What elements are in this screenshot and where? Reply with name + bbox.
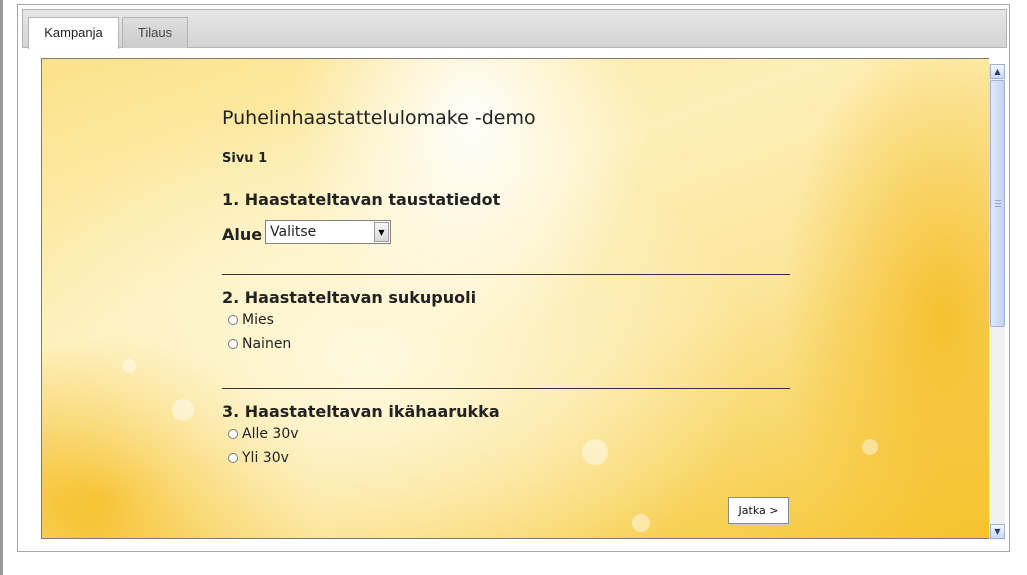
radio-label: Nainen	[242, 336, 292, 352]
background-sparkle	[632, 514, 650, 532]
gender-option-mies[interactable]: Mies	[228, 312, 274, 330]
radio-label: Alle 30v	[242, 426, 299, 442]
background-sparkle	[862, 439, 878, 455]
region-select-value: Valitse	[270, 224, 317, 240]
radio-button[interactable]	[228, 453, 238, 463]
form-title: Puhelinhaastattelulomake -demo	[222, 107, 536, 129]
scroll-thumb[interactable]	[990, 80, 1005, 327]
tab-bar: Kampanja Tilaus	[22, 9, 1007, 49]
background-sparkle	[172, 399, 194, 421]
radio-button[interactable]	[228, 315, 238, 325]
scroll-down-icon[interactable]: ▼	[990, 524, 1005, 539]
radio-button[interactable]	[228, 339, 238, 349]
question-1-title: 1. Haastateltavan taustatiedot	[222, 190, 501, 209]
scroll-up-icon[interactable]: ▲	[990, 64, 1005, 79]
grip-line	[995, 200, 1001, 201]
region-select[interactable]: Valitse ▼	[265, 220, 391, 244]
vertical-scrollbar[interactable]: ▲ ▼	[989, 64, 1005, 540]
tab-kampanja[interactable]: Kampanja	[28, 17, 119, 49]
page-label: Sivu 1	[222, 151, 268, 166]
age-option-alle-30[interactable]: Alle 30v	[228, 426, 299, 444]
region-label: Alue	[222, 225, 263, 244]
next-button[interactable]: Jatka >	[728, 497, 789, 524]
survey-frame: Puhelinhaastattelulomake -demo Sivu 1 1.…	[41, 58, 989, 539]
section-divider	[222, 388, 790, 389]
background-sparkle	[122, 359, 136, 373]
radio-label: Mies	[242, 312, 274, 328]
gender-option-nainen[interactable]: Nainen	[228, 336, 291, 354]
question-3-title: 3. Haastateltavan ikähaarukka	[222, 402, 500, 421]
question-2-title: 2. Haastateltavan sukupuoli	[222, 288, 477, 307]
age-option-yli-30[interactable]: Yli 30v	[228, 450, 289, 468]
background-sparkle	[582, 439, 608, 465]
window-left-border	[0, 0, 3, 575]
tab-tilaus[interactable]: Tilaus	[122, 17, 188, 48]
radio-button[interactable]	[228, 429, 238, 439]
radio-label: Yli 30v	[242, 450, 289, 466]
section-divider	[222, 274, 790, 275]
grip-line	[995, 206, 1001, 207]
tab-panel: Kampanja Tilaus Puhelinhaastattelulomake…	[17, 4, 1010, 552]
grip-line	[995, 203, 1001, 204]
chevron-down-icon[interactable]: ▼	[374, 222, 389, 242]
